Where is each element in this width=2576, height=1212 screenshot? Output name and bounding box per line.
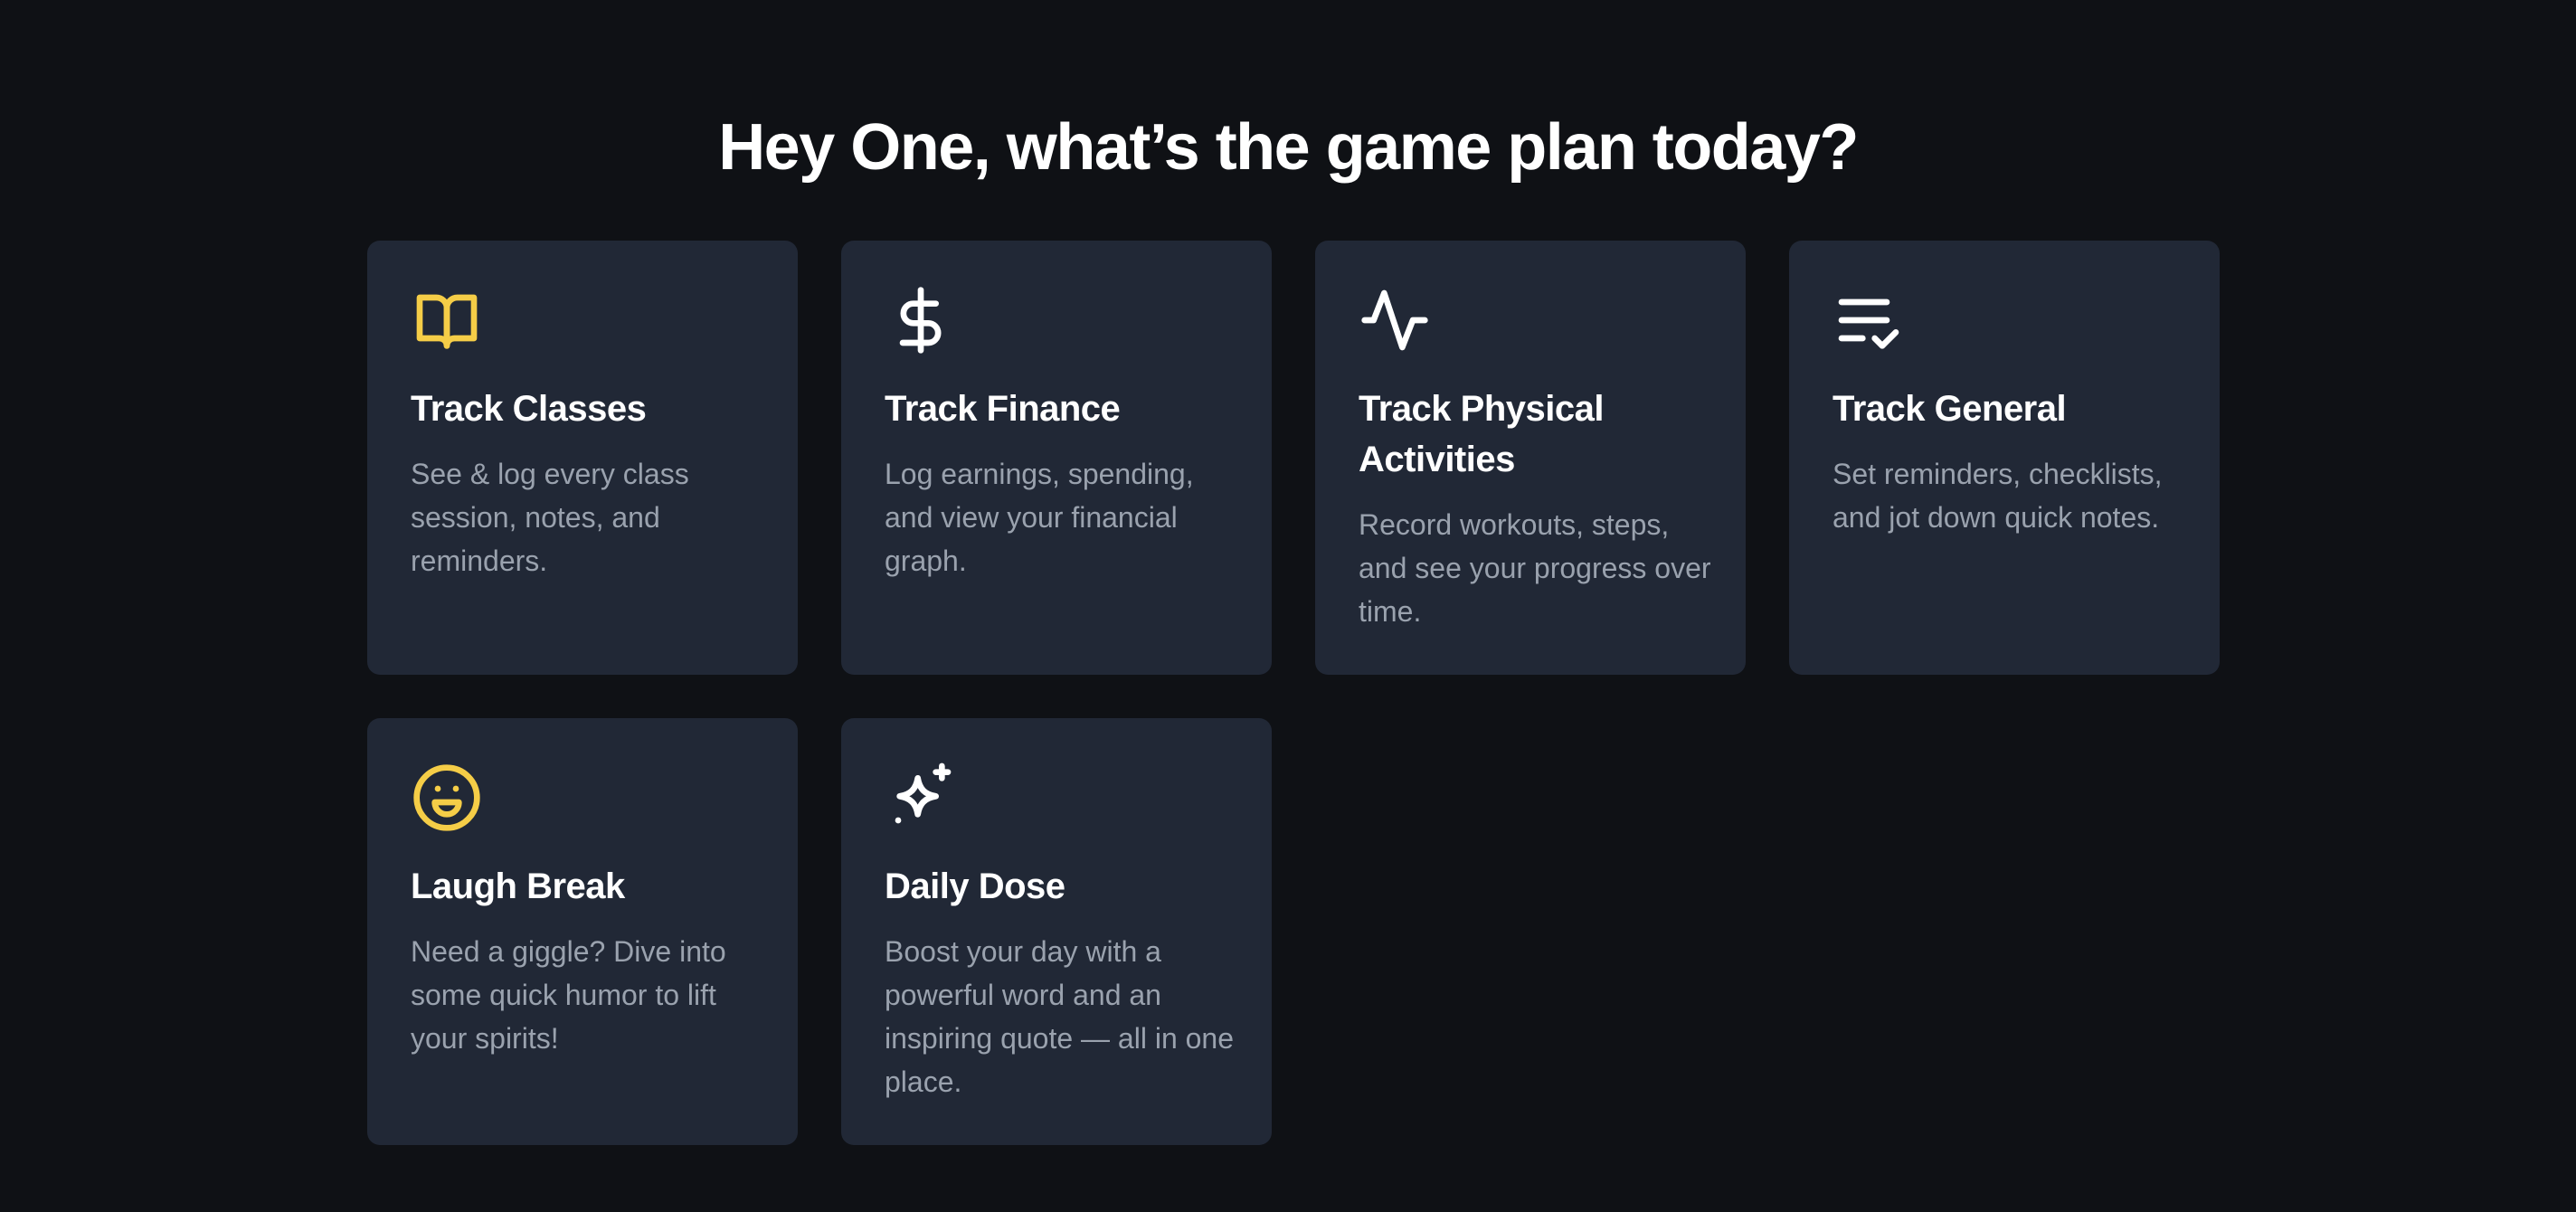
card-title: Track Physical Activities: [1359, 389, 1604, 479]
card-title: Daily Dose: [885, 866, 1065, 906]
page-title: Hey One, what’s the game plan today?: [718, 111, 1859, 184]
card-title: Track General: [1833, 389, 2067, 429]
card-title: Track Finance: [885, 389, 1121, 429]
track-general-card[interactable]: Track General Set reminders, checklists,…: [1789, 241, 2220, 675]
track-classes-card[interactable]: Track Classes See & log every class sess…: [367, 241, 798, 675]
track-physical-activities-card[interactable]: Track Physical Activities Record workout…: [1315, 241, 1746, 675]
card-description: Record workouts, steps, and see your pro…: [1359, 508, 1711, 628]
book-open-icon: [411, 284, 483, 356]
list-check-icon: [1833, 284, 1905, 356]
dollar-icon: [885, 284, 957, 356]
track-finance-card[interactable]: Track Finance Log earnings, spending, an…: [841, 241, 1272, 675]
activity-icon: [1359, 284, 1431, 356]
sparkles-icon: [885, 762, 957, 834]
card-description: Boost your day with a powerful word and …: [885, 935, 1235, 1098]
card-description: See & log every class session, notes, an…: [411, 458, 689, 577]
card-description: Need a giggle? Dive into some quick humo…: [411, 935, 726, 1055]
laugh-icon: [411, 762, 483, 834]
daily-dose-card[interactable]: Daily Dose Boost your day with a powerfu…: [841, 718, 1272, 1145]
laugh-break-card[interactable]: Laugh Break Need a giggle? Dive into som…: [367, 718, 798, 1145]
card-title: Track Classes: [411, 389, 647, 429]
card-description: Set reminders, checklists, and jot down …: [1833, 458, 2163, 534]
card-title: Laugh Break: [411, 866, 625, 906]
card-description: Log earnings, spending, and view your fi…: [885, 458, 1194, 577]
